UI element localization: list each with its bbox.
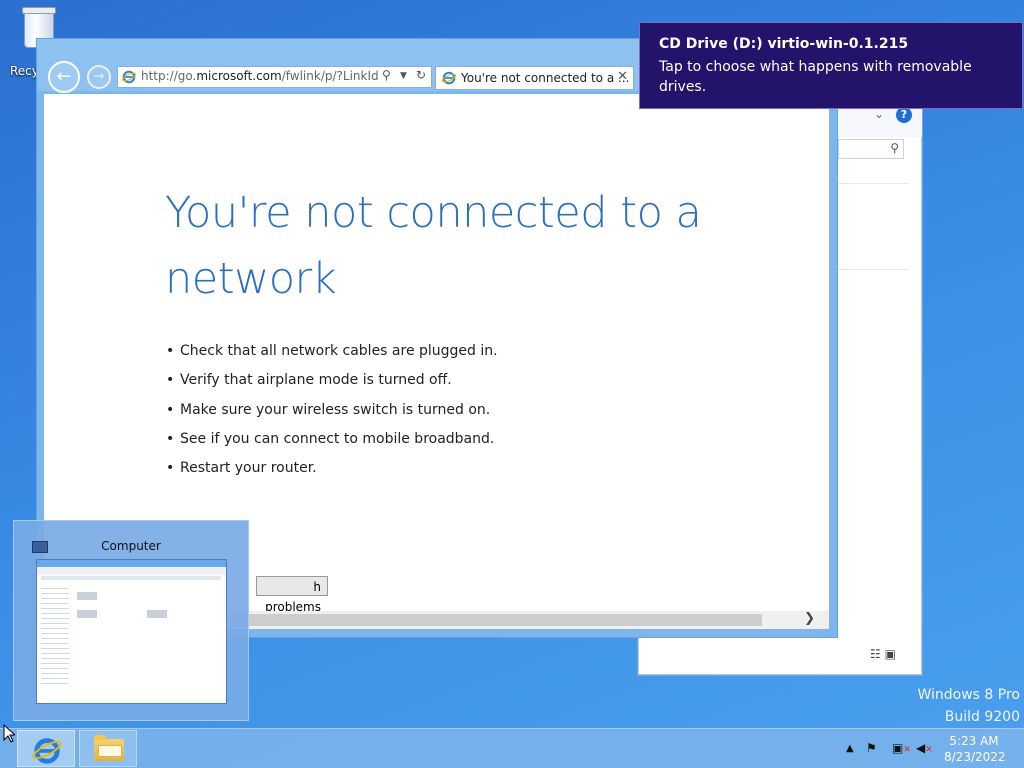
taskbar-explorer-button[interactable]	[79, 730, 137, 767]
search-icon: ⚲	[890, 141, 899, 155]
list-item: • Verify that airplane mode is turned off…	[166, 372, 452, 389]
troubleshoot-list: • Check that all network cables are plugg…	[166, 342, 498, 488]
list-item: • Restart your router.	[166, 460, 317, 477]
thumb-titlebar	[37, 560, 226, 567]
arrow-left-icon: ←	[56, 66, 72, 87]
folder-icon	[94, 735, 124, 761]
toast-message: Tap to choose what happens with removabl…	[659, 59, 972, 95]
toast-title: CD Drive (D:) virtio-win-0.1.215	[659, 36, 909, 52]
taskbar-thumbnail-preview[interactable]: Computer	[13, 520, 249, 721]
show-hidden-icons-chevron-icon[interactable]: ▲	[846, 743, 854, 754]
thumb-drive	[77, 610, 97, 618]
build-label: Build 9200	[944, 709, 1020, 725]
tab-title: You're not connected to a ...	[461, 71, 630, 85]
volume-muted-icon[interactable]: ◀✕	[916, 741, 933, 755]
list-item: • Make sure your wireless switch is turne…	[166, 401, 491, 418]
search-input[interactable]: ⚲	[838, 139, 904, 159]
internet-explorer-icon	[32, 738, 62, 764]
search-icon[interactable]: ⚲	[382, 68, 391, 82]
thumb-ribbon	[37, 567, 226, 575]
list-item: • Check that all network cables are plugg…	[166, 343, 498, 359]
chevron-down-icon[interactable]: ⌄	[874, 107, 884, 121]
arrow-right-icon: →	[93, 69, 105, 84]
thumb-nav-pane	[41, 584, 69, 684]
taskbar-ie-button[interactable]	[17, 730, 75, 767]
thumb-drive	[77, 592, 97, 600]
fix-connection-problems-button[interactable]: h problems	[256, 576, 328, 614]
chevron-right-icon[interactable]: ❯	[804, 611, 815, 626]
view-toggle[interactable]: ☷ ▣	[870, 647, 896, 661]
taskbar: ▲ ⚑ ▣✕ ◀✕ 5:23 AM 8/23/2022	[0, 728, 1024, 768]
windows-watermark: Windows 8 Pro Build 9200	[917, 684, 1020, 728]
list-item: • See if you can connect to mobile broadb…	[166, 430, 495, 447]
tab-active[interactable]: You're not connected to a ... ✕	[435, 66, 634, 90]
system-clock[interactable]: 5:23 AM 8/23/2022	[944, 733, 1006, 765]
address-bar[interactable]: http://go.microsoft.com/fwlink/p/?LinkId…	[117, 66, 432, 88]
back-button[interactable]: ←	[48, 61, 80, 93]
ie-tab-icon	[442, 71, 456, 85]
refresh-icon[interactable]: ↻	[416, 68, 426, 82]
preview-title: Computer	[101, 539, 161, 553]
help-icon[interactable]: ?	[896, 107, 912, 123]
dropdown-icon[interactable]: ▼	[400, 71, 407, 81]
thumb-address	[41, 576, 221, 580]
mouse-cursor-icon	[3, 724, 15, 743]
preview-thumbnail[interactable]	[36, 559, 227, 704]
clock-date: 8/23/2022	[944, 750, 1006, 764]
page-title: You're not connected to a network	[165, 188, 702, 304]
close-icon[interactable]: ✕	[617, 69, 628, 84]
address-url[interactable]: http://go.microsoft.com/fwlink/p/?LinkId…	[141, 69, 379, 83]
autoplay-toast[interactable]: CD Drive (D:) virtio-win-0.1.215 Tap to …	[639, 22, 1023, 109]
ie-page-icon	[122, 70, 136, 84]
divider	[838, 183, 908, 184]
action-center-flag-icon[interactable]: ⚑	[866, 741, 877, 755]
edition-label: Windows 8 Pro	[917, 687, 1020, 703]
network-error-icon[interactable]: ▣✕	[892, 741, 911, 755]
thumb-drive	[147, 610, 167, 618]
clock-time: 5:23 AM	[949, 734, 999, 748]
forward-button[interactable]: →	[87, 65, 111, 89]
divider	[838, 269, 908, 270]
